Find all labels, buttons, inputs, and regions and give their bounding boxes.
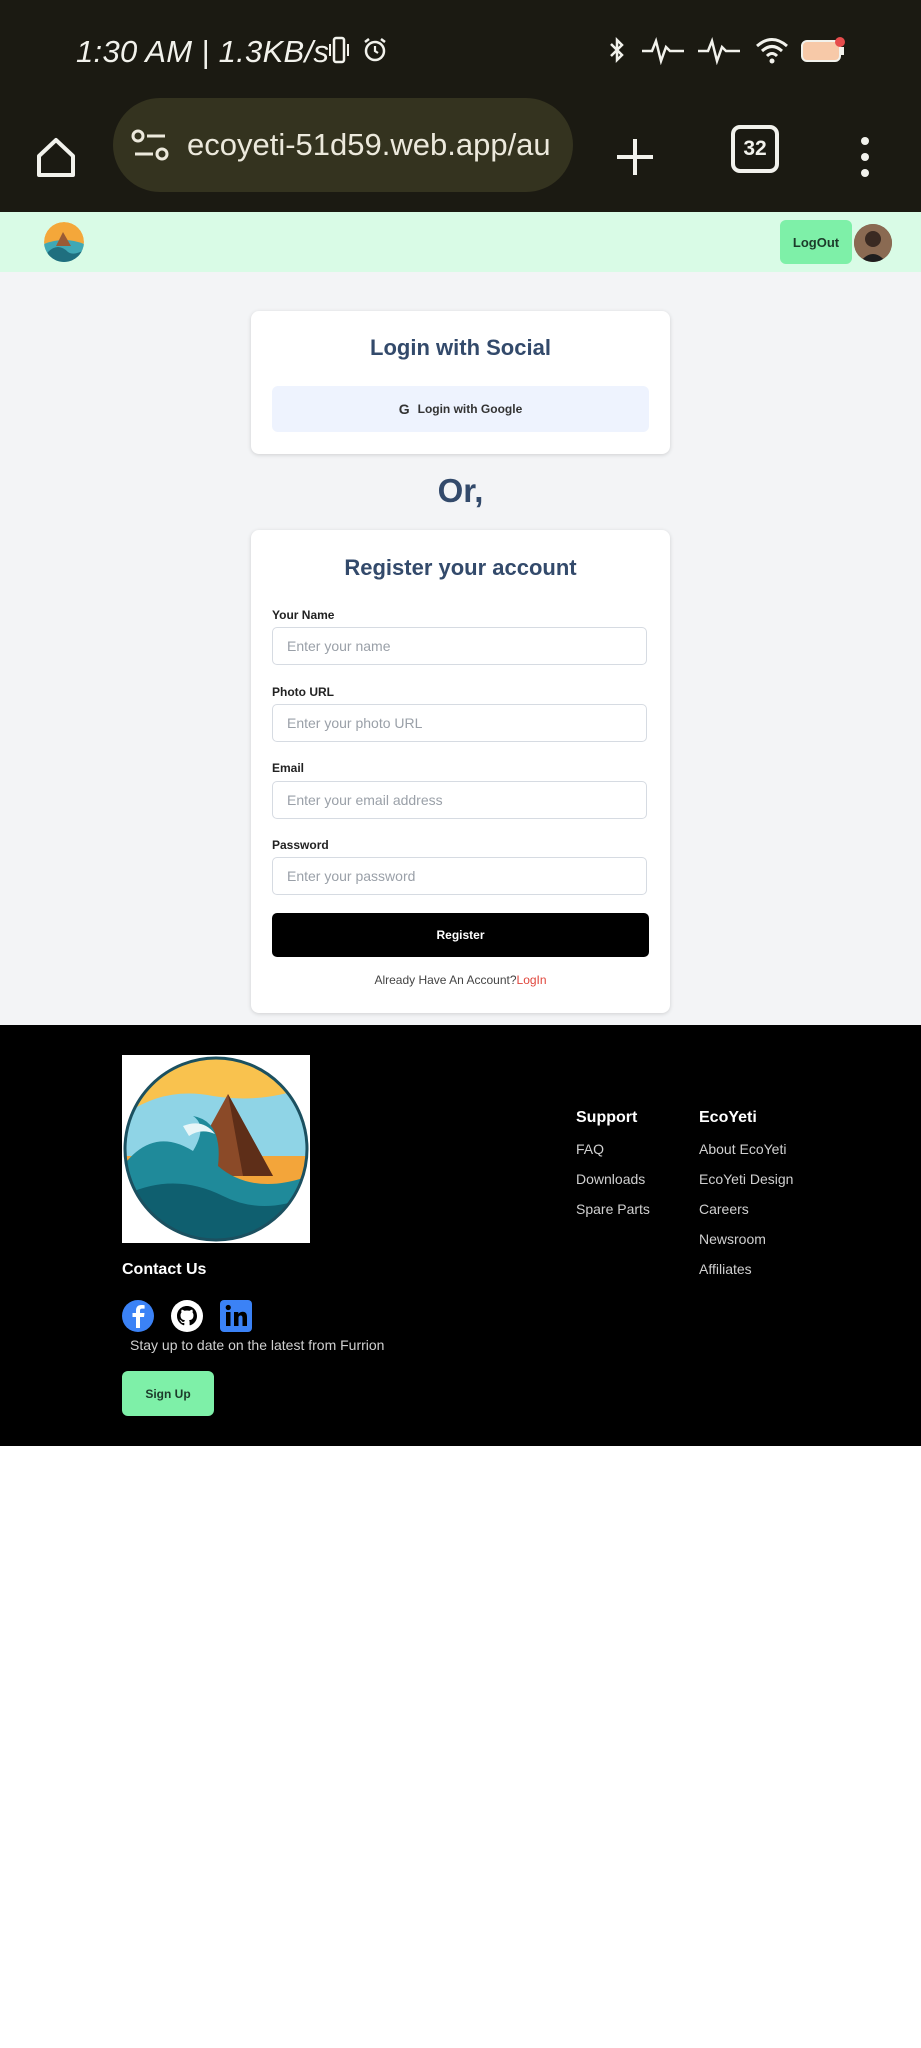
tab-switcher-button[interactable]: 32 — [731, 125, 779, 173]
home-icon — [37, 138, 75, 177]
footer: Contact Us Stay up to date on the latest… — [0, 1025, 921, 1446]
register-card: Register your account Your Name Photo UR… — [251, 530, 670, 1013]
user-avatar[interactable] — [854, 224, 892, 262]
address-bar[interactable]: ecoyeti-51d59.web.app/au — [113, 98, 573, 192]
linkedin-icon — [220, 1300, 252, 1332]
support-title: Support — [576, 1109, 638, 1126]
login-link[interactable]: LogIn — [517, 973, 547, 987]
name-input[interactable] — [272, 627, 647, 665]
github-icon — [171, 1300, 203, 1332]
register-title: Register your account — [344, 555, 577, 580]
battery-icon — [800, 32, 846, 68]
site-header: LogOut — [0, 212, 921, 272]
email-input[interactable] — [272, 781, 647, 819]
photo-url-label: Photo URL — [272, 685, 334, 699]
support-link-spare-parts[interactable]: Spare Parts — [576, 1201, 650, 1217]
email-label: Email — [272, 761, 305, 775]
signal-activity-icon — [640, 32, 686, 68]
register-button[interactable]: Register — [272, 913, 649, 957]
ecoyeti-link-affiliates[interactable]: Affiliates — [699, 1261, 752, 1277]
home-button[interactable] — [21, 122, 91, 192]
browser-menu-button[interactable] — [830, 122, 900, 192]
support-link-downloads[interactable]: Downloads — [576, 1171, 645, 1187]
logout-button[interactable]: LogOut — [780, 220, 852, 264]
support-link-faq[interactable]: FAQ — [576, 1141, 604, 1157]
google-login-button[interactable]: G Login with Google — [272, 386, 649, 432]
facebook-link[interactable] — [121, 1299, 155, 1333]
signal-activity-icon-2 — [696, 32, 742, 68]
status-bar: 1:30 AM | 1.3KB/s — [0, 0, 921, 100]
site-logo[interactable] — [44, 222, 84, 262]
password-input[interactable] — [272, 857, 647, 895]
google-icon: G — [398, 401, 410, 417]
social-login-title: Login with Social — [370, 335, 551, 360]
wifi-icon — [752, 32, 792, 68]
status-time: 1:30 AM | 1.3KB/s — [76, 34, 330, 69]
main-content: Login with Social G Login with Google Or… — [0, 272, 921, 1025]
facebook-icon — [122, 1300, 154, 1332]
have-account-text: Already Have An Account?LogIn — [251, 973, 670, 987]
vibrate-icon — [328, 32, 350, 68]
alarm-icon — [360, 32, 390, 68]
new-tab-button[interactable] — [600, 122, 670, 192]
site-settings-icon[interactable] — [131, 128, 171, 169]
footer-logo — [122, 1055, 310, 1243]
plus-icon — [617, 139, 653, 175]
photo-url-input[interactable] — [272, 704, 647, 742]
ecoyeti-link-about[interactable]: About EcoYeti — [699, 1141, 786, 1157]
ecoyeti-link-newsroom[interactable]: Newsroom — [699, 1231, 766, 1247]
name-label: Your Name — [272, 608, 335, 622]
github-link[interactable] — [170, 1299, 204, 1333]
have-account-label: Already Have An Account? — [374, 973, 517, 987]
password-label: Password — [272, 838, 329, 852]
or-divider: Or, — [437, 472, 484, 509]
url-text[interactable]: ecoyeti-51d59.web.app/au — [187, 127, 567, 163]
ecoyeti-title: EcoYeti — [699, 1109, 757, 1126]
contact-us-title: Contact Us — [122, 1261, 207, 1278]
more-vert-icon — [861, 137, 869, 177]
linkedin-link[interactable] — [219, 1299, 253, 1333]
signup-button[interactable]: Sign Up — [122, 1371, 214, 1416]
ecoyeti-link-design[interactable]: EcoYeti Design — [699, 1171, 793, 1187]
google-login-label: Login with Google — [417, 402, 523, 416]
newsletter-text: Stay up to date on the latest from Furri… — [130, 1337, 385, 1353]
ecoyeti-link-careers[interactable]: Careers — [699, 1201, 749, 1217]
social-login-card: Login with Social G Login with Google — [251, 311, 670, 454]
bluetooth-icon — [605, 32, 629, 68]
